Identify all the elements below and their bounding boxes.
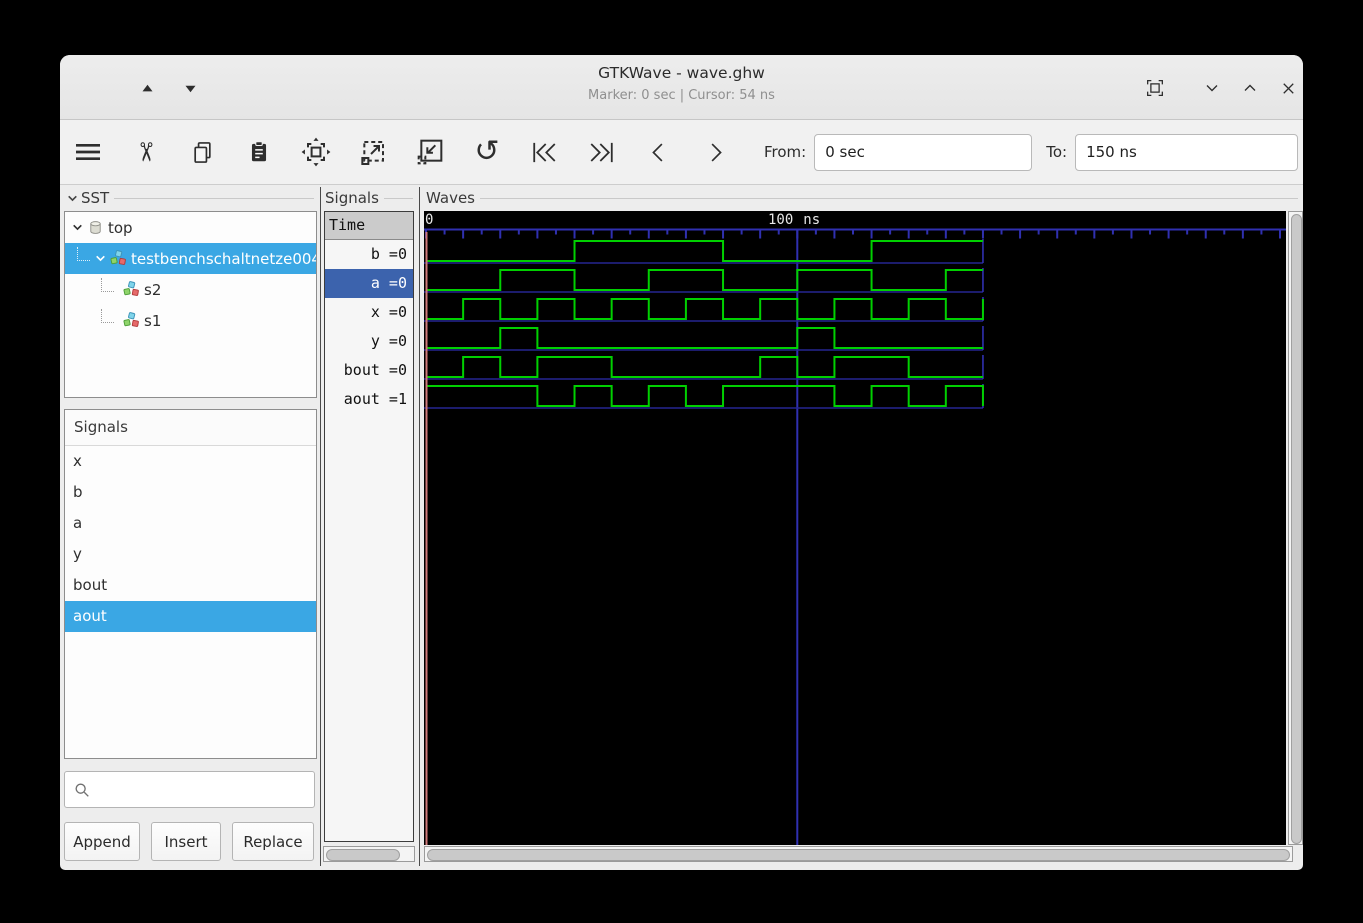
replace-button[interactable]: Replace (232, 822, 314, 861)
undo-icon[interactable]: ↺ (469, 129, 505, 175)
wave-trace-a (426, 269, 983, 291)
zoom-in-icon[interactable] (412, 129, 448, 175)
marker-cursor-status: Marker: 0 sec | Cursor: 54 ns (588, 88, 775, 103)
titlebar: GTKWave - wave.ghw Marker: 0 sec | Curso… (60, 55, 1303, 120)
fast-forward-icon[interactable] (583, 129, 619, 175)
wave-canvas[interactable]: 0 100 ns (424, 211, 1286, 845)
names-panel: Time b =0 a =0 x =0 y =0 bout =0 aout =1 (324, 211, 414, 842)
search-icon (75, 782, 89, 797)
to-label: To: (1046, 143, 1068, 161)
copy-icon[interactable] (184, 129, 220, 175)
step-left-icon[interactable] (640, 129, 676, 175)
zoom-fit-icon[interactable] (298, 129, 334, 175)
signal-list-item-bout[interactable]: bout (65, 570, 316, 601)
maximize-icon[interactable] (1237, 75, 1263, 101)
wave-vertical-scrollbar-thumb[interactable] (1291, 214, 1302, 844)
wave-horizontal-scrollbar[interactable] (424, 846, 1293, 862)
signal-list-item-b[interactable]: b (65, 477, 316, 508)
wave-trace-y (426, 327, 983, 349)
names-frame-label: Signals (325, 189, 413, 207)
wave-trace-b (426, 240, 983, 262)
fullscreen-icon[interactable] (1142, 75, 1168, 101)
instance-icon (121, 281, 141, 298)
signal-list-item-x[interactable]: x (65, 446, 316, 477)
name-row-aout[interactable]: aout =1 (325, 385, 413, 414)
wave-horizontal-scrollbar-thumb[interactable] (427, 849, 1290, 861)
tree-expander-icon[interactable] (93, 252, 108, 265)
svg-text:100: 100 (768, 212, 793, 228)
menu-icon[interactable] (70, 129, 106, 175)
window-title: GTKWave - wave.ghw (598, 64, 765, 82)
step-right-icon[interactable] (697, 129, 733, 175)
wave-vertical-scrollbar[interactable] (1288, 211, 1303, 845)
signal-search (64, 771, 315, 808)
sst-node-label: testbenchschaltnetze004 (131, 249, 316, 268)
search-input[interactable] (97, 779, 314, 800)
sst-node-s2[interactable]: s2 (65, 274, 316, 305)
wave-trace-bout (426, 356, 983, 378)
fast-backward-icon[interactable] (526, 129, 562, 175)
sst-node-label: s2 (144, 280, 162, 299)
sst-tree: top testbenchschaltnetze004 s2 s1 (64, 211, 317, 398)
signal-list-item-y[interactable]: y (65, 539, 316, 570)
sst-collapse-icon[interactable] (66, 192, 79, 205)
gtkwave-window: GTKWave - wave.ghw Marker: 0 sec | Curso… (60, 55, 1303, 870)
cut-icon[interactable]: ✂ (127, 129, 163, 175)
sst-node-s1[interactable]: s1 (65, 305, 316, 336)
signal-list-item-aout[interactable]: aout (65, 601, 316, 632)
toolbar: ✂ ↺ From: To: (60, 120, 1303, 185)
sst-node-testbenchschaltnetze004[interactable]: testbenchschaltnetze004 (65, 243, 316, 274)
svg-text:0: 0 (425, 212, 433, 228)
time-column-header[interactable]: Time (325, 212, 413, 240)
waves-frame-label: Waves (426, 189, 1298, 207)
module-icon (85, 219, 105, 236)
pane-divider-left[interactable] (320, 187, 321, 866)
name-row-y[interactable]: y =0 (325, 327, 413, 356)
insert-button[interactable]: Insert (151, 822, 221, 861)
paste-icon[interactable] (241, 129, 277, 175)
to-input[interactable] (1075, 133, 1299, 171)
from-label: From: (764, 143, 807, 161)
names-horizontal-scrollbar-thumb[interactable] (326, 849, 400, 861)
sst-node-label: s1 (144, 311, 162, 330)
append-button[interactable]: Append (64, 822, 140, 861)
signals-list-panel: Signals x b a y bout aout (64, 409, 317, 759)
name-row-a[interactable]: a =0 (325, 269, 413, 298)
sst-frame-label: SST (66, 189, 314, 207)
pane-divider-right[interactable] (419, 187, 420, 866)
close-icon[interactable] (1275, 75, 1301, 101)
tree-connector (101, 308, 114, 323)
sst-node-top[interactable]: top (65, 212, 316, 243)
wave-trace-aout (426, 385, 984, 407)
from-input[interactable] (814, 133, 1033, 171)
instance-icon (121, 312, 141, 329)
svg-text:ns: ns (803, 212, 820, 228)
signal-list-item-a[interactable]: a (65, 508, 316, 539)
name-row-b[interactable]: b =0 (325, 240, 413, 269)
names-horizontal-scrollbar[interactable] (323, 846, 415, 862)
name-row-bout[interactable]: bout =0 (325, 356, 413, 385)
tree-connector (101, 277, 114, 292)
zoom-out-icon[interactable] (355, 129, 391, 175)
minimize-icon[interactable] (1199, 75, 1225, 101)
sst-node-label: top (108, 218, 133, 237)
name-row-x[interactable]: x =0 (325, 298, 413, 327)
tree-connector (77, 246, 90, 261)
tree-expander-icon[interactable] (70, 221, 85, 234)
instance-icon (108, 250, 128, 267)
signals-list-header: Signals (65, 410, 316, 446)
wave-trace-x (426, 298, 984, 320)
